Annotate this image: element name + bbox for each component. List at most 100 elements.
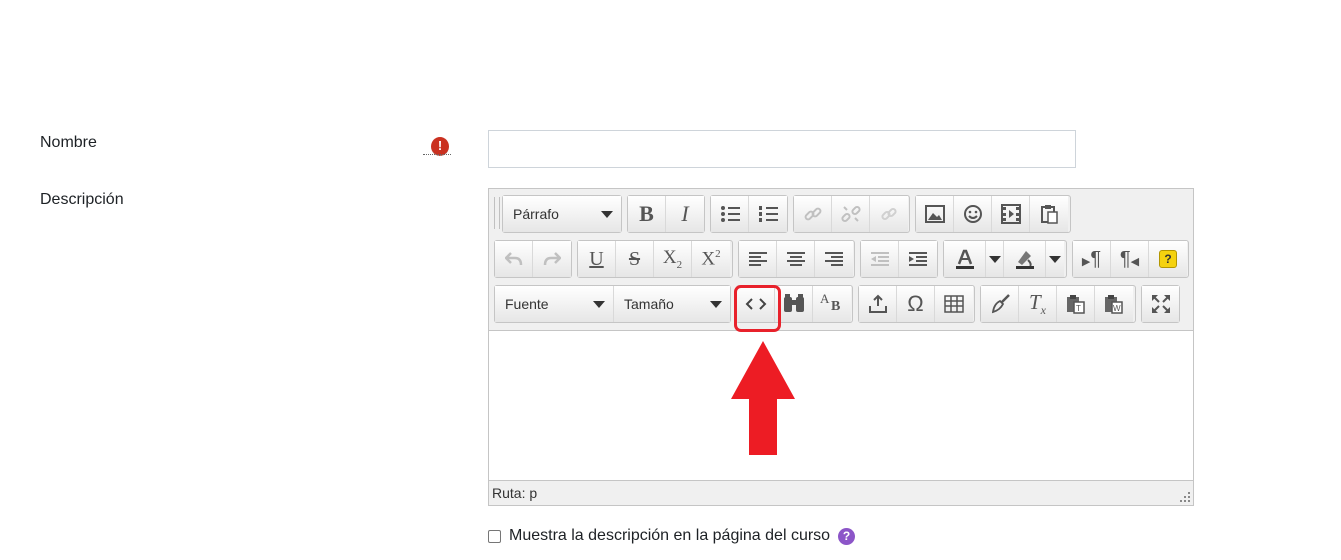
question-icon[interactable]: ? [838,527,856,545]
show-description-label: Muestra la descripción en la página del … [509,527,831,544]
numbered-list-button[interactable] [749,196,787,232]
bold-button[interactable]: B [628,196,666,232]
font-select-label: Fuente [505,296,549,312]
history-group [494,240,572,278]
link-button[interactable] [794,196,832,232]
subscript-button[interactable]: X2 [654,241,692,277]
subscript-base: X [662,247,677,269]
text-color-dropdown[interactable] [986,241,1004,277]
editor-content-area[interactable] [489,330,1193,480]
bullet-list-button[interactable] [711,196,749,232]
emoticon-icon [963,205,982,223]
remove-format-button[interactable]: Tx [1019,286,1057,322]
up-arrow-icon [731,341,795,455]
bullet-list-icon [720,206,740,222]
rtl-icon: ¶◀ [1120,248,1139,271]
outdent-button[interactable] [861,241,899,277]
undo-button[interactable] [495,241,533,277]
spellcheck-button[interactable]: A B [813,286,851,322]
media-button[interactable] [992,196,1030,232]
strikethrough-icon: S [628,247,641,270]
name-input[interactable] [488,130,1076,168]
paste-button[interactable] [1030,196,1068,232]
link-icon [804,207,821,221]
anchor-button[interactable] [870,196,908,232]
superscript-base: X [701,248,716,270]
anchor-icon [881,207,897,221]
text-color-button[interactable] [944,241,986,277]
align-right-button[interactable] [815,241,853,277]
size-select[interactable]: Tamaño [614,286,730,322]
ltr-button[interactable]: ▶¶ [1073,241,1111,277]
text-color-icon [955,249,974,269]
align-right-icon [825,252,843,266]
insert-group [915,195,1071,233]
insert-special-group: Ω [858,285,975,323]
show-description-checkbox[interactable] [488,529,501,543]
help-button[interactable]: ? [1149,241,1187,277]
indent-icon [909,252,927,266]
style-group: B I [627,195,705,233]
italic-button[interactable]: I [666,196,704,232]
unlink-icon [840,205,861,223]
superscript-button[interactable]: X2 [692,241,730,277]
redo-icon [543,252,561,266]
list-group [710,195,788,233]
unlink-button[interactable] [832,196,870,232]
fullscreen-group [1141,285,1180,323]
underline-icon: U [589,247,604,270]
size-select-label: Tamaño [624,296,674,312]
superscript-icon: X2 [701,248,720,270]
align-left-button[interactable] [739,241,777,277]
align-center-button[interactable] [777,241,815,277]
link-group [793,195,910,233]
resize-handle-icon[interactable] [1179,491,1191,503]
description-label: Descripción [40,191,124,208]
special-char-icon: Ω [907,291,924,316]
fullscreen-button[interactable] [1142,286,1179,322]
image-button[interactable] [916,196,954,232]
paste-text-icon: T [1066,295,1085,314]
background-color-button[interactable] [1004,241,1046,277]
required-underline [423,154,451,155]
remove-format-x: x [1040,303,1046,318]
source-code-highlight [734,285,781,332]
paragraph-select[interactable]: Párrafo [503,196,621,232]
indent-button[interactable] [899,241,937,277]
editor-statusbar: Ruta: p [489,480,1193,505]
paste-icon [1041,205,1058,224]
subscript-icon: X2 [663,247,682,271]
format-group: U S X2 X2 [577,240,733,278]
direction-group: ▶¶ ¶◀ ? [1072,240,1189,278]
media-icon [1000,204,1021,224]
remove-format-icon: Tx [1029,290,1046,318]
align-center-icon [786,252,805,266]
strikethrough-button[interactable]: S [616,241,654,277]
paragraph-select-label: Párrafo [513,206,559,222]
undo-icon [504,252,522,266]
fullscreen-icon [1151,295,1170,313]
rtl-button[interactable]: ¶◀ [1111,241,1149,277]
svg-text:W: W [1113,304,1121,313]
redo-button[interactable] [533,241,571,277]
clear-format-button[interactable] [981,286,1019,322]
special-char-button[interactable]: Ω [897,286,935,322]
align-group [738,240,855,278]
background-color-dropdown[interactable] [1046,241,1064,277]
color-group [943,240,1067,278]
toolbar-handle [494,197,500,229]
table-button[interactable] [935,286,973,322]
chevron-down-icon [710,300,722,308]
italic-icon: I [681,201,689,226]
image-icon [924,205,945,223]
moodle-media-button[interactable] [859,286,897,322]
chevron-down-icon [988,255,1001,263]
underline-button[interactable]: U [578,241,616,277]
rtl-pilcrow: ¶ [1119,247,1131,270]
font-select[interactable]: Fuente [495,286,614,322]
chevron-down-icon [601,210,613,218]
paste-word-button[interactable]: W [1095,286,1133,322]
paste-text-button[interactable]: T [1057,286,1095,322]
description-editor: Párrafo B I U S X2 X2 ▶¶ ¶◀ ? Fuente Tam… [488,188,1194,506]
emoticon-button[interactable] [954,196,992,232]
